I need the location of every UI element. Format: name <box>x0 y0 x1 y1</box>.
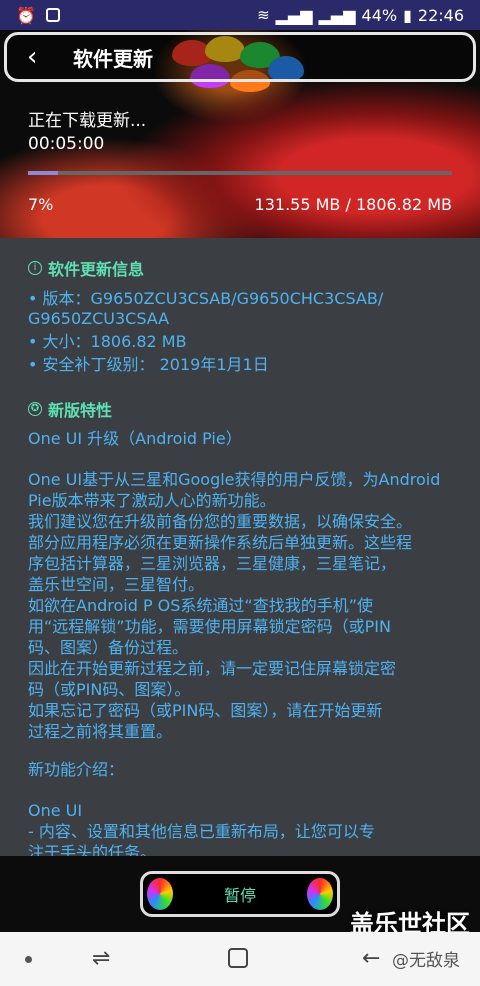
bullet-line: 注于手头的任务。 <box>28 843 157 856</box>
description-line: 如欲在Android P OS系统通过“查找我的手机”使 <box>28 596 374 615</box>
bottom-action-bar: 暂停 盖乐世社区 <box>0 856 480 938</box>
app-header: ‹ 软件更新 <box>4 32 476 82</box>
signal-icon: ▂▄▆ <box>275 5 313 25</box>
patch-line: • 安全补丁级别： 2019年1月1日 <box>28 355 269 374</box>
flower-icon <box>147 878 173 910</box>
home-icon[interactable] <box>228 948 248 968</box>
battery-percent: 44% <box>361 5 398 25</box>
flower-icon <box>307 878 333 910</box>
info-heading-label: 软件更新信息 <box>48 260 145 279</box>
signal-icon: ▂▄▆ <box>318 5 356 25</box>
pause-button[interactable]: 暂停 <box>140 871 340 917</box>
progress-fill <box>28 171 58 175</box>
description-line: 码、图案）备份过程。 <box>28 638 189 657</box>
description-line: One UI基于从三星和Google获得的用户反馈，为Android <box>28 470 441 489</box>
nav-back-icon[interactable]: ← <box>362 946 380 971</box>
new-features-intro: 新功能介绍： <box>28 760 125 779</box>
features-heading: ✪ 新版特性 <box>28 397 112 421</box>
feature-description: One UI基于从三星和Google获得的用户反馈，为Android Pie版本… <box>28 469 458 742</box>
download-size: 131.55 MB / 1806.82 MB <box>254 195 452 214</box>
description-line: 我们建议您在升级前备份您的重要数据，以确保安全。 <box>28 512 413 531</box>
elapsed-time: 00:05:00 <box>28 134 105 154</box>
update-info-panel[interactable]: i 软件更新信息 • 版本：G9650ZCU3CSAB/G9650CHC3CSA… <box>0 238 480 856</box>
nav-dot-icon[interactable] <box>25 956 32 963</box>
download-progress-bar <box>28 171 452 175</box>
status-bar: ⏰ ≋ ▂▄▆ ▂▄▆ 44% ▮ 22:46 <box>0 0 480 30</box>
page-title: 软件更新 <box>73 46 153 71</box>
screenshot-icon <box>45 8 60 22</box>
one-ui-heading: One UI <box>28 801 83 820</box>
description-line: 用“远程解锁”功能，需要使用屏幕锁定密码（或PIN <box>28 617 391 636</box>
download-status: 正在下载更新... <box>28 111 147 131</box>
progress-percent: 7% <box>28 195 54 214</box>
feature-bullets: - 内容、设置和其他信息已重新布局，让您可以专 注于手头的任务。 <box>28 821 458 856</box>
battery-icon: ▮ <box>403 5 412 25</box>
description-line: 盖乐世空间，三星智付。 <box>28 575 205 594</box>
watermark-credit: @无敌泉 <box>392 951 460 971</box>
clock: 22:46 <box>417 5 464 25</box>
features-heading-label: 新版特性 <box>48 401 113 420</box>
status-left: ⏰ <box>16 6 60 25</box>
size-line: • 大小：1806.82 MB <box>28 332 187 351</box>
description-line: 如果忘记了密码（或PIN码、图案），请在开始更新 <box>28 701 383 720</box>
status-right: ≋ ▂▄▆ ▂▄▆ 44% ▮ 22:46 <box>257 6 464 25</box>
wifi-icon: ≋ <box>257 6 270 24</box>
badge-icon: ✪ <box>28 402 42 416</box>
version-line: • 版本：G9650ZCU3CSAB/G9650CHC3CSAB/ <box>28 289 384 308</box>
recents-icon[interactable]: ⇌ <box>92 948 114 970</box>
bullet-line: - 内容、设置和其他信息已重新布局，让您可以专 <box>28 822 375 841</box>
alarm-icon: ⏰ <box>16 5 36 25</box>
navigation-bar: ⇌ ← @无敌泉 <box>0 932 480 986</box>
description-line: 码（或PIN码、图案）。 <box>28 680 191 699</box>
version-line-cont: G9650ZCU3CSAA <box>28 309 170 328</box>
back-arrow-icon[interactable]: ‹ <box>27 42 57 72</box>
info-heading: i 软件更新信息 <box>28 256 144 280</box>
description-line: 部分应用程序必须在更新操作系统后单独更新。这些程 <box>28 533 413 552</box>
description-line: Pie版本带来了激动人心的新功能。 <box>28 491 276 510</box>
pause-label: 暂停 <box>223 886 256 905</box>
feature-paragraph: One UI 升级（Android Pie） <box>28 429 242 448</box>
description-line: 序包括计算器，三星浏览器，三星健康，三星笔记， <box>28 554 397 573</box>
description-line: 因此在开始更新过程之前，请一定要记住屏幕锁定密 <box>28 659 397 678</box>
description-line: 过程之前将其重置。 <box>28 722 173 741</box>
info-icon: i <box>28 261 42 275</box>
